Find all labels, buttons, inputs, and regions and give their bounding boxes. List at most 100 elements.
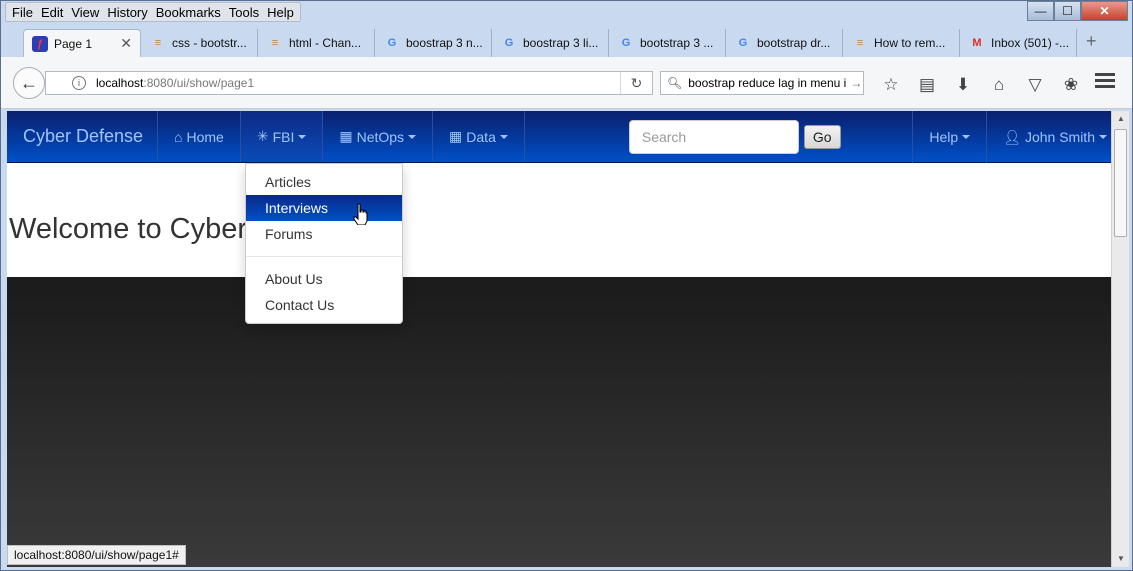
scroll-down-icon[interactable]: ▼	[1112, 551, 1130, 567]
tab-html-change[interactable]: ≡ html - Chan...	[259, 29, 375, 57]
search-go-icon[interactable]: →	[846, 76, 863, 90]
page-viewport: Cyber Defense ⌂ Home ✳ FBI ▦ NetOps ▦ Da…	[7, 111, 1111, 567]
caret-down-icon	[298, 134, 307, 139]
dropdown-item-articles[interactable]: Articles	[246, 169, 402, 195]
info-icon[interactable]: i	[72, 76, 86, 90]
menu-history[interactable]: History	[103, 3, 151, 21]
search-bar[interactable]: 🔍︎ boostrap reduce lag in menu i →	[660, 71, 864, 95]
tab-label: bootstrap dr...	[757, 36, 831, 50]
home-icon: ⌂	[174, 128, 183, 145]
asterisk-icon: ✳	[256, 128, 269, 144]
minimize-button[interactable]: —	[1027, 1, 1054, 21]
close-window-button[interactable]: ✕	[1081, 1, 1128, 21]
stackoverflow-icon: ≡	[271, 37, 279, 49]
nav-fbi-dropdown[interactable]: ✳ FBI	[240, 111, 324, 162]
extension-icon[interactable]: ❀	[1053, 75, 1089, 95]
tab-label: How to rem...	[874, 36, 946, 50]
navbar-right: Help 👤︎ John Smith	[912, 111, 1111, 163]
scroll-up-icon[interactable]: ▲	[1112, 111, 1130, 127]
navbar-search-input[interactable]: Search	[628, 119, 799, 154]
book-icon: ▦	[449, 128, 463, 144]
caret-down-icon	[962, 135, 971, 139]
window-controls: — ☐ ✕	[1027, 1, 1128, 21]
close-tab-icon[interactable]: ✕	[112, 35, 132, 52]
dropdown-item-about-us[interactable]: About Us	[246, 266, 402, 292]
caret-down-icon	[408, 134, 417, 139]
nav-user-label: John Smith	[1024, 129, 1095, 145]
nav-help-dropdown[interactable]: Help	[912, 111, 986, 163]
tab-label: Inbox (501) -...	[991, 36, 1070, 50]
tab-google-2[interactable]: G boostrap 3 li...	[493, 29, 609, 57]
tab-google-3[interactable]: G bootstrap 3 ...	[610, 29, 726, 57]
user-icon: 👤︎	[1003, 128, 1021, 145]
url-path: :8080/ui/show/page1	[143, 76, 255, 90]
tab-inbox[interactable]: M Inbox (501) -...	[961, 29, 1077, 57]
menu-tools[interactable]: Tools	[225, 3, 263, 21]
pocket-icon[interactable]: ▽	[1017, 75, 1053, 95]
hand-cursor-icon	[353, 203, 368, 225]
status-bar: localhost:8080/ui/show/page1#	[7, 545, 186, 565]
tab-css-bootstrap[interactable]: ≡ css - bootstr...	[142, 29, 258, 57]
dropdown-item-interviews[interactable]: Interviews	[246, 195, 402, 221]
menu-help[interactable]: Help	[263, 3, 298, 21]
nav-home-label: Home	[186, 128, 224, 145]
tab-label: boostrap 3 li...	[523, 36, 599, 50]
back-button[interactable]: ←	[13, 67, 45, 99]
menu-bookmarks[interactable]: Bookmarks	[152, 3, 225, 21]
menu-hamburger-icon[interactable]	[1095, 73, 1115, 91]
tab-label: boostrap 3 n...	[406, 36, 483, 50]
jumbotron: Welcome to Cyber Defense	[7, 163, 1111, 277]
welcome-heading: Welcome to Cyber Defense	[9, 213, 249, 245]
dropdown-item-contact-us[interactable]: Contact Us	[246, 292, 402, 318]
nav-netops-dropdown[interactable]: ▦ NetOps	[323, 111, 434, 162]
bookmarks-list-icon[interactable]: ▤	[909, 75, 945, 95]
url-bar[interactable]: i localhost:8080/ui/show/page1 ↻	[45, 71, 653, 95]
caret-down-icon	[499, 134, 508, 139]
caret-down-icon	[1099, 135, 1107, 139]
tab-label: bootstrap 3 ...	[640, 36, 714, 50]
google-icon: G	[387, 37, 397, 49]
google-icon: G	[621, 37, 631, 49]
tab-google-1[interactable]: G boostrap 3 n...	[376, 29, 492, 57]
dropdown-item-forums[interactable]: Forums	[246, 221, 402, 247]
search-icon: 🔍︎	[667, 76, 683, 90]
nav-help-label: Help	[929, 129, 959, 145]
stackoverflow-icon: ≡	[856, 37, 864, 49]
dropdown-divider	[246, 256, 402, 257]
stackoverflow-icon: ≡	[154, 37, 162, 49]
new-tab-button[interactable]: +	[1086, 31, 1097, 52]
browser-toolbar: ← i localhost:8080/ui/show/page1 ↻ 🔍︎ bo…	[1, 57, 1132, 109]
gmail-icon: M	[972, 37, 982, 49]
download-icon[interactable]: ⬇	[945, 75, 981, 95]
navbar-search-form: Search Go	[525, 111, 841, 162]
tab-how-to-remove[interactable]: ≡ How to rem...	[844, 29, 960, 57]
vertical-scrollbar[interactable]: ▲ ▼	[1111, 111, 1129, 567]
bookmark-star-icon[interactable]: ☆	[873, 75, 909, 95]
tab-label: Page 1	[54, 36, 93, 51]
nav-user-dropdown[interactable]: 👤︎ John Smith	[986, 111, 1111, 163]
scrollbar-thumb[interactable]	[1114, 129, 1127, 237]
reload-icon[interactable]: ↻	[620, 72, 652, 94]
fbi-dropdown-menu: Articles Interviews Forums About Us Cont…	[245, 163, 403, 324]
nav-data-dropdown[interactable]: ▦ Data	[433, 111, 525, 162]
toolbar-icons: ☆ ▤ ⬇ ⌂ ▽ ❀	[873, 75, 1089, 95]
menu-bar: File Edit View History Bookmarks Tools H…	[5, 2, 301, 22]
browser-window: File Edit View History Bookmarks Tools H…	[0, 0, 1133, 571]
go-button[interactable]: Go	[803, 124, 841, 149]
tab-strip: ƒ Page 1 ✕ ≡ css - bootstr... ≡ html - C…	[1, 25, 1132, 57]
nav-data-label: Data	[466, 128, 496, 145]
nav-netops-label: NetOps	[356, 128, 405, 145]
brand-link[interactable]: Cyber Defense	[7, 111, 158, 162]
nav-fbi-label: FBI	[272, 128, 295, 145]
nav-home[interactable]: ⌂ Home	[158, 111, 241, 162]
tab-label: css - bootstr...	[172, 36, 247, 50]
menu-file[interactable]: File	[8, 3, 37, 21]
search-bar-value: boostrap reduce lag in menu i	[688, 76, 847, 90]
menu-view[interactable]: View	[67, 3, 103, 21]
tab-label: html - Chan...	[289, 36, 362, 50]
menu-edit[interactable]: Edit	[37, 3, 67, 21]
home-icon[interactable]: ⌂	[981, 75, 1017, 95]
tab-page1[interactable]: ƒ Page 1 ✕	[23, 29, 141, 57]
tab-google-4[interactable]: G bootstrap dr...	[727, 29, 843, 57]
maximize-button[interactable]: ☐	[1054, 1, 1081, 21]
